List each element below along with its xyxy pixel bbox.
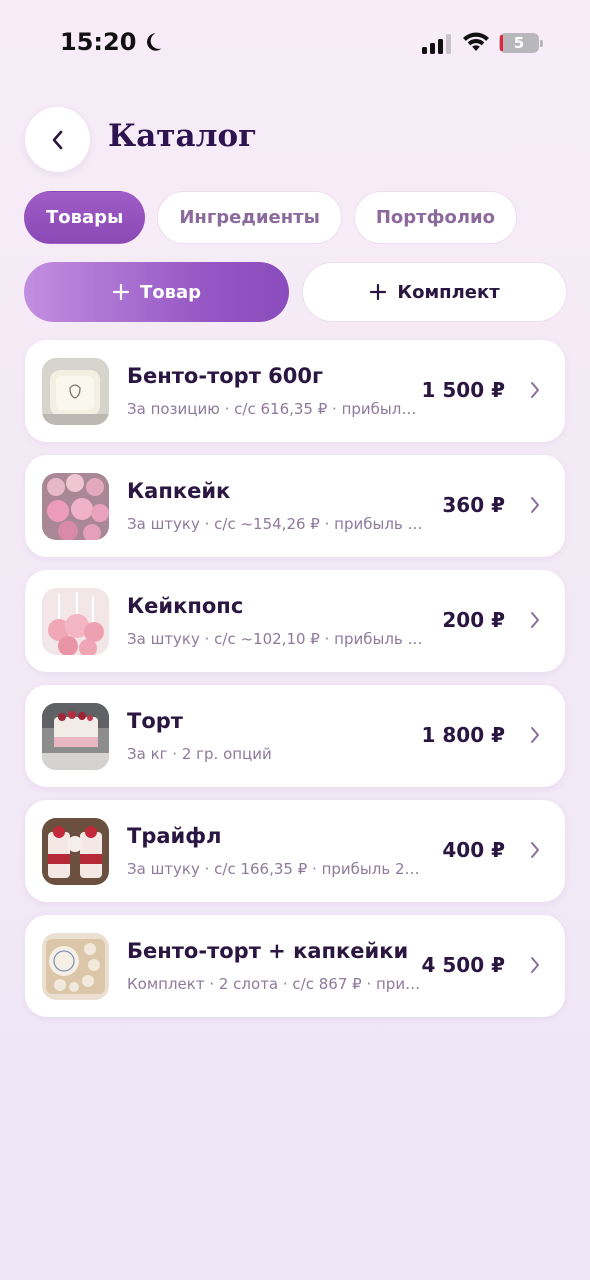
status-bar: 15:20 5: [0, 0, 590, 90]
add-set-button[interactable]: Комплект: [302, 262, 567, 322]
product-thumbnail: [42, 818, 109, 885]
chevron-right-icon: [531, 842, 539, 858]
moon-icon: [147, 33, 163, 51]
list-item[interactable]: Кейкпопс За штуку · с/с ~102,10 ₽ · приб…: [25, 570, 565, 672]
list-item[interactable]: Торт За кг · 2 гр. опций 1 800 ₽: [25, 685, 565, 787]
page-title: Каталог: [108, 118, 258, 154]
item-name: Бенто-торт + капкейки: [127, 939, 409, 963]
product-thumbnail: [42, 473, 109, 540]
product-thumbnail: [42, 933, 109, 1000]
product-thumbnail: [42, 358, 109, 425]
tab-products[interactable]: Товары: [24, 191, 146, 244]
item-price: 360 ₽: [442, 493, 505, 517]
tab-ingredients[interactable]: Ингредиенты: [157, 191, 342, 244]
item-name: Трайфл: [127, 824, 222, 848]
item-subtitle: За позицию · с/с 616,35 ₽ · прибыль 883,…: [127, 400, 423, 418]
plus-icon: [112, 283, 130, 301]
item-price: 200 ₽: [442, 608, 505, 632]
item-name: Торт: [127, 709, 183, 733]
product-thumbnail: [42, 588, 109, 655]
item-price: 4 500 ₽: [421, 953, 505, 977]
list-item[interactable]: Бенто-торт 600г За позицию · с/с 616,35 …: [25, 340, 565, 442]
chevron-right-icon: [531, 727, 539, 743]
item-price: 1 500 ₽: [421, 378, 505, 402]
chevron-right-icon: [531, 612, 539, 628]
status-time-text: 15:20: [60, 28, 137, 56]
wifi-icon: [463, 32, 489, 51]
add-product-button[interactable]: Товар: [24, 262, 289, 322]
list-item[interactable]: Бенто-торт + капкейки Комплект · 2 слота…: [25, 915, 565, 1017]
chevron-right-icon: [531, 497, 539, 513]
battery-indicator: 5: [499, 33, 543, 53]
product-list: Бенто-торт 600г За позицию · с/с 616,35 …: [25, 340, 565, 1030]
item-subtitle: Комплект · 2 слота · с/с 867 ₽ · прибыль…: [127, 975, 423, 993]
item-subtitle: За кг · 2 гр. опций: [127, 745, 272, 763]
status-time: 15:20: [60, 28, 164, 56]
item-name: Кейкпопс: [127, 594, 244, 618]
add-set-label: Комплект: [397, 281, 500, 303]
product-thumbnail: [42, 703, 109, 770]
list-item[interactable]: Трайфл За штуку · с/с 166,35 ₽ · прибыль…: [25, 800, 565, 902]
catalog-tabs: Товары Ингредиенты Портфолио: [24, 191, 517, 244]
chevron-right-icon: [531, 957, 539, 973]
battery-level: 5: [513, 34, 525, 52]
item-name: Капкейк: [127, 479, 231, 503]
add-product-label: Товар: [139, 281, 202, 303]
tab-portfolio[interactable]: Портфолио: [353, 191, 517, 244]
item-name: Бенто-торт 600г: [127, 364, 323, 388]
item-price: 1 800 ₽: [421, 723, 505, 747]
back-button[interactable]: [25, 107, 90, 172]
signal-icon: [422, 34, 451, 54]
item-subtitle: За штуку · с/с ~102,10 ₽ · прибыль ~97,9…: [127, 630, 423, 648]
item-price: 400 ₽: [442, 838, 505, 862]
chevron-right-icon: [531, 382, 539, 398]
item-subtitle: За штуку · с/с 166,35 ₽ · прибыль 233,65…: [127, 860, 423, 878]
action-row: Товар Комплект: [24, 262, 567, 322]
plus-icon: [370, 283, 387, 301]
chevron-left-icon: [52, 130, 62, 149]
item-subtitle: За штуку · с/с ~154,26 ₽ · прибыль ~205,…: [127, 515, 423, 533]
list-item[interactable]: Капкейк За штуку · с/с ~154,26 ₽ · прибы…: [25, 455, 565, 557]
